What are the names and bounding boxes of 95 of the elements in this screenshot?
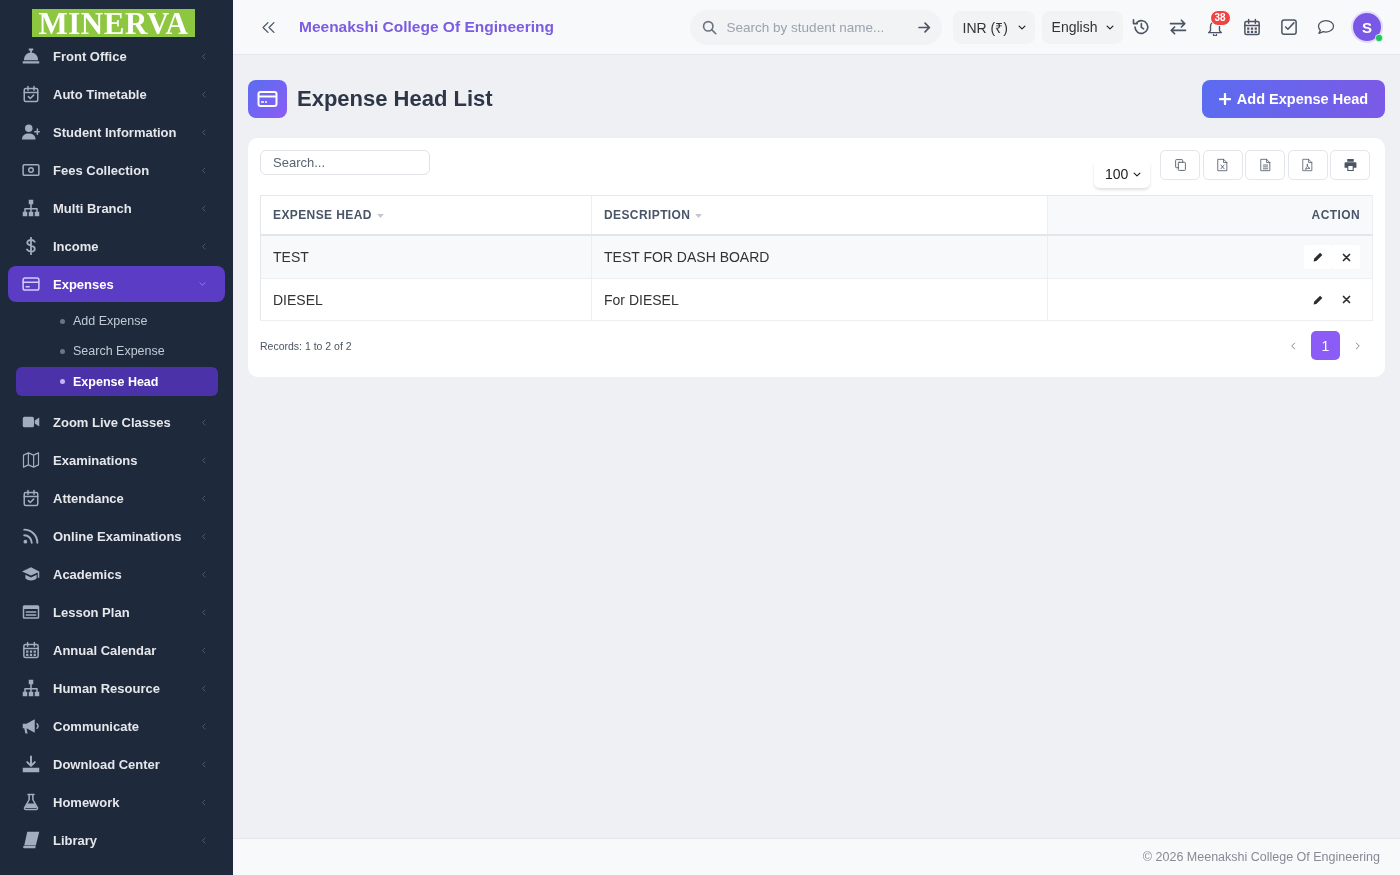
double-chevron-left-icon[interactable] bbox=[262, 20, 275, 34]
sitemap-icon bbox=[22, 199, 40, 217]
sidebar-item[interactable]: Homework bbox=[8, 783, 225, 821]
table-cell: For DIESEL bbox=[591, 278, 1048, 321]
sidebar-item[interactable]: Human Resource bbox=[8, 669, 225, 707]
calendar-check-icon bbox=[22, 489, 40, 507]
pdf-file-icon bbox=[1301, 158, 1314, 172]
sidebar-item[interactable]: Income bbox=[8, 227, 225, 265]
table-cell: DIESEL bbox=[260, 278, 592, 321]
plus-icon bbox=[1218, 93, 1231, 105]
sort-caret-icon bbox=[695, 213, 703, 218]
page-size-select[interactable]: 100 bbox=[1094, 160, 1150, 188]
search-field[interactable]: Search... bbox=[260, 150, 430, 175]
graduation-cap-icon bbox=[22, 565, 40, 583]
banknote-icon bbox=[22, 161, 40, 179]
submenu-item[interactable]: Add Expense bbox=[16, 306, 218, 336]
browser-window-icon bbox=[22, 603, 40, 621]
delete-button[interactable] bbox=[1332, 245, 1360, 269]
sidebar-item[interactable]: Fees Collection bbox=[8, 151, 225, 189]
sidebar-item[interactable]: Lesson Plan bbox=[8, 593, 225, 631]
arrow-right-icon[interactable] bbox=[917, 20, 931, 34]
column-header: ACTION bbox=[1047, 195, 1373, 235]
sidebar-item[interactable]: Student Information bbox=[8, 113, 225, 151]
megaphone-icon bbox=[22, 717, 40, 735]
sidebar-item[interactable]: Communicate bbox=[8, 707, 225, 745]
footer-text: © 2026 Meenakshi College Of Engineering bbox=[1142, 850, 1380, 864]
avatar[interactable]: S bbox=[1351, 11, 1383, 43]
sidebar-item[interactable]: Annual Calendar bbox=[8, 631, 225, 669]
map-icon bbox=[22, 451, 40, 469]
download-icon bbox=[22, 755, 40, 773]
history-icon[interactable] bbox=[1132, 18, 1150, 36]
pencil-icon bbox=[1313, 252, 1323, 262]
notification-badge: 38 bbox=[1209, 10, 1231, 26]
currency-select[interactable]: INR (₹) bbox=[952, 10, 1035, 44]
service-bell-icon bbox=[22, 47, 40, 65]
bullet-icon bbox=[60, 379, 65, 384]
calendar-icon[interactable] bbox=[1243, 18, 1261, 36]
caret-down-icon bbox=[1104, 23, 1115, 31]
user-plus-icon bbox=[22, 123, 40, 141]
page-button[interactable]: 1 bbox=[1311, 331, 1340, 360]
submenu-item[interactable]: Search Expense bbox=[16, 336, 218, 366]
sidebar-item[interactable]: Multi Branch bbox=[8, 189, 225, 227]
copy-icon bbox=[1173, 158, 1187, 172]
sidebar-item[interactable]: Attendance bbox=[8, 479, 225, 517]
sidebar-item[interactable]: Examinations bbox=[8, 441, 225, 479]
copy-button[interactable] bbox=[1160, 150, 1200, 180]
column-header[interactable]: DESCRIPTION bbox=[591, 195, 1048, 235]
calendar-check-icon bbox=[22, 85, 40, 103]
sidebar-item[interactable]: Academics bbox=[8, 555, 225, 593]
book-icon bbox=[22, 831, 40, 849]
rss-icon bbox=[22, 527, 40, 545]
records-info: Records: 1 to 2 of 2 bbox=[260, 339, 352, 352]
column-header[interactable]: EXPENSE HEAD bbox=[260, 195, 592, 235]
sidebar-item[interactable]: Zoom Live Classes bbox=[8, 403, 225, 441]
file-x-icon bbox=[1216, 158, 1229, 172]
chevron-left-icon bbox=[1289, 340, 1297, 351]
credit-card-icon bbox=[248, 80, 287, 118]
search-field[interactable]: Search by student name... bbox=[726, 17, 914, 37]
csv-button[interactable] bbox=[1245, 150, 1285, 180]
edit-button[interactable] bbox=[1304, 245, 1332, 269]
sidebar-item[interactable]: Expenses bbox=[8, 266, 225, 302]
add-expense-head-button[interactable]: Add Expense Head bbox=[1202, 80, 1385, 118]
sidebar-item[interactable]: Download Center bbox=[8, 745, 225, 783]
excel-button[interactable] bbox=[1202, 150, 1243, 180]
flask-icon bbox=[22, 793, 40, 811]
x-icon bbox=[1341, 252, 1351, 262]
pencil-icon bbox=[1313, 294, 1323, 305]
sitemap-icon bbox=[22, 679, 40, 697]
table-cell: TEST FOR DASH BOARD bbox=[591, 235, 1048, 279]
sidebar-item[interactable]: Front Office bbox=[8, 37, 225, 75]
caret-down-icon bbox=[1132, 170, 1142, 178]
credit-card-icon bbox=[22, 275, 40, 293]
file-lines-icon bbox=[1258, 158, 1272, 172]
checkbox-icon[interactable] bbox=[1280, 18, 1298, 36]
x-icon bbox=[1341, 295, 1351, 304]
sidebar-item[interactable]: Library bbox=[8, 821, 225, 859]
caret-down-icon bbox=[1016, 23, 1027, 31]
calendar-icon bbox=[22, 641, 40, 659]
bullet-icon bbox=[60, 348, 65, 354]
school-title: Meenakshi College Of Engineering bbox=[299, 18, 554, 36]
submenu-item[interactable]: Expense Head bbox=[16, 367, 218, 396]
sidebar-item[interactable]: Auto Timetable bbox=[8, 75, 225, 113]
chat-bubble-icon[interactable] bbox=[1317, 18, 1335, 36]
table-cell: TEST bbox=[260, 235, 592, 279]
language-select[interactable]: English bbox=[1041, 10, 1123, 44]
chevron-right-icon bbox=[1353, 340, 1361, 351]
sidebar-item[interactable]: Online Examinations bbox=[8, 517, 225, 555]
print-button[interactable] bbox=[1330, 150, 1370, 180]
search-icon bbox=[701, 19, 717, 35]
sort-caret-icon bbox=[376, 213, 384, 218]
bullet-icon bbox=[60, 318, 65, 324]
page-title: Expense Head List bbox=[297, 86, 493, 112]
search-box[interactable]: Search by student name... bbox=[689, 9, 942, 45]
print-icon bbox=[1343, 158, 1357, 172]
swap-arrows-icon[interactable] bbox=[1169, 18, 1187, 36]
